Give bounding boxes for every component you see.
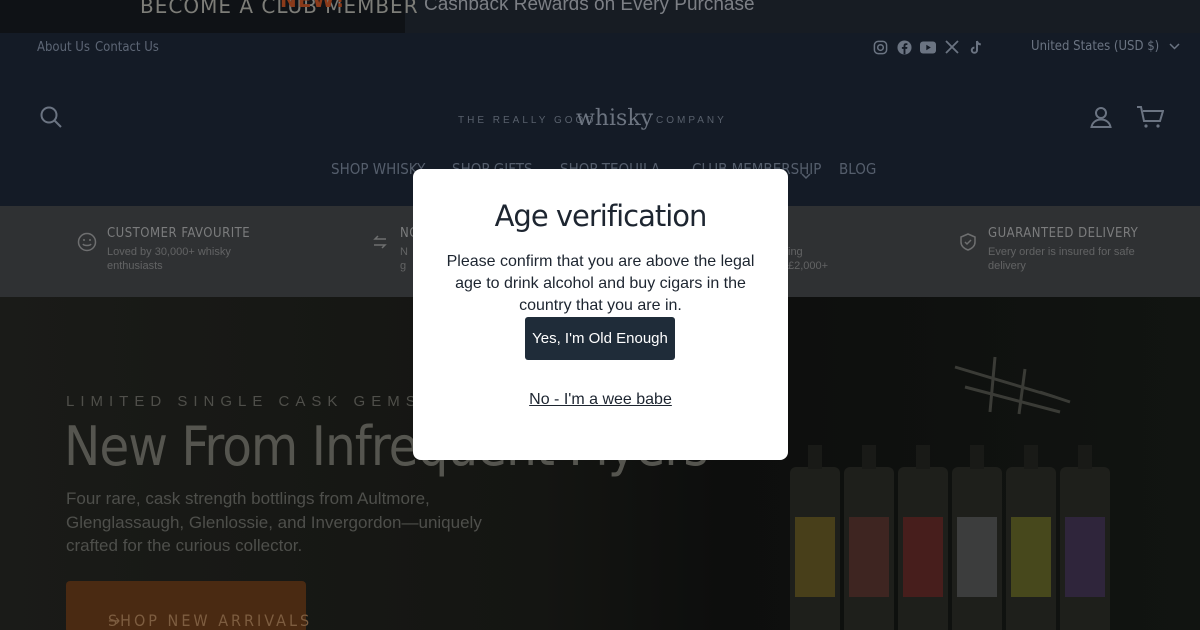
modal-title: Age verification: [494, 199, 708, 233]
confirm-age-button[interactable]: Yes, I'm Old Enough: [525, 317, 675, 360]
deny-age-link[interactable]: No - I'm a wee babe: [413, 391, 788, 409]
modal-text: Please confirm that you are above the le…: [446, 253, 755, 314]
age-verification-modal: Age verification Please confirm that you…: [413, 169, 788, 460]
